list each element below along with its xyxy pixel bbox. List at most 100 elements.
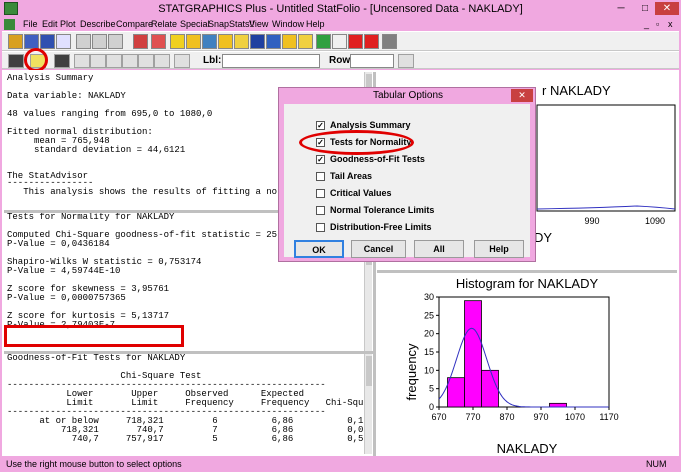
app-window: STATGRAPHICS Plus - Untitled StatFolio -… xyxy=(0,0,681,472)
histogram-icon[interactable] xyxy=(218,34,233,49)
gof-line: 740,7 757,917 5 6,86 0,50 xyxy=(7,434,366,444)
gof-tests-pane[interactable]: Goodness-of-Fit Tests for NAKLADY Chi-Sq… xyxy=(4,354,366,454)
shapiro-wilks-highlight xyxy=(4,325,184,347)
checkbox-normal-tolerance[interactable] xyxy=(316,206,325,215)
help-icon[interactable] xyxy=(364,34,379,49)
help-button[interactable]: Help xyxy=(474,240,524,258)
x-tick-label: 770 xyxy=(465,412,480,422)
histogram-chart: Histogram for NAKLADY frequency NAKLADY … xyxy=(404,276,619,456)
save-all-icon[interactable] xyxy=(40,34,55,49)
histogram-bar xyxy=(464,300,482,408)
title-bar: STATGRAPHICS Plus - Untitled StatFolio -… xyxy=(0,0,681,18)
y-tick-label: 20 xyxy=(424,329,434,339)
close-button[interactable]: ✕ xyxy=(655,2,679,15)
document-icon[interactable] xyxy=(4,19,15,30)
checkbox-goodness-of-fit[interactable]: ✓ xyxy=(316,155,325,164)
distribution-icon[interactable] xyxy=(202,34,217,49)
x-tick-label: 1070 xyxy=(565,412,585,422)
y-tick-label: 5 xyxy=(429,384,434,394)
menu-special[interactable]: Special xyxy=(180,18,210,31)
status-text: Use the right mouse button to select opt… xyxy=(6,459,182,469)
menu-edit[interactable]: Edit xyxy=(42,18,58,31)
lbl-label: Lbl: xyxy=(203,55,222,66)
scatterplot-icon[interactable] xyxy=(170,34,185,49)
cut-icon[interactable] xyxy=(76,34,91,49)
tests-for-normality-highlight xyxy=(299,130,414,155)
checkbox-distribution-free[interactable] xyxy=(316,223,325,232)
summary-line: Analysis Summary xyxy=(7,73,94,83)
menu-relate[interactable]: Relate xyxy=(151,18,177,31)
multivariate-icon[interactable] xyxy=(298,34,313,49)
histogram-bar xyxy=(549,402,567,408)
cancel-button[interactable]: Cancel xyxy=(351,240,406,258)
menu-view[interactable]: View xyxy=(249,18,268,31)
histogram-pane[interactable]: Histogram for NAKLADY frequency NAKLADY … xyxy=(377,273,677,456)
x-tick-label: 670 xyxy=(431,412,446,422)
menu-snapstats[interactable]: SnapStats!! xyxy=(208,18,255,31)
copy-icon[interactable] xyxy=(92,34,107,49)
regression-icon[interactable] xyxy=(250,34,265,49)
histogram-x-axis-label: NAKLADY xyxy=(497,441,558,456)
mdi-close-button[interactable]: x xyxy=(668,19,673,29)
x-tick-label: 870 xyxy=(499,412,514,422)
num-lock-indicator: NUM xyxy=(646,459,667,469)
calculator-icon[interactable] xyxy=(382,34,397,49)
mdi-minimize-button[interactable]: _ xyxy=(644,19,649,29)
minimize-button[interactable]: ─ xyxy=(609,2,633,15)
menu-describe[interactable]: Describe xyxy=(80,18,116,31)
analysis-toolbar: Lbl: Row: xyxy=(2,51,679,69)
analysis-icon[interactable] xyxy=(133,34,148,49)
gof-scrollbar[interactable] xyxy=(364,354,372,454)
y-tick-label: 15 xyxy=(424,347,434,357)
checkbox-critical-values[interactable] xyxy=(316,189,325,198)
locate-row-icon[interactable] xyxy=(398,54,414,68)
maximize-button[interactable]: □ xyxy=(633,2,657,15)
mdi-restore-button[interactable]: ▫ xyxy=(656,19,659,29)
menu-help[interactable]: Help xyxy=(306,18,325,31)
exclude-icon[interactable] xyxy=(138,54,154,68)
save-results-icon[interactable] xyxy=(74,54,90,68)
paste-icon[interactable] xyxy=(108,34,123,49)
y-tick-label: 0 xyxy=(429,402,434,412)
graphical-options-icon[interactable] xyxy=(54,54,70,68)
checkbox-tail-areas[interactable] xyxy=(316,172,325,181)
open-folder-icon[interactable] xyxy=(8,34,23,49)
print-icon[interactable] xyxy=(56,34,71,49)
y-tick-label: 10 xyxy=(424,365,434,375)
ok-button[interactable]: OK xyxy=(294,240,344,258)
pane-options-icon[interactable] xyxy=(90,54,106,68)
stat-wizard-icon[interactable] xyxy=(151,34,166,49)
normality-line: P-Value = 0,0436184 xyxy=(7,239,110,249)
summary-icon[interactable] xyxy=(186,34,201,49)
row-input[interactable] xyxy=(350,54,394,68)
tabular-options-dialog: Tabular Options ✕ ✓ Analysis Summary ✓ Tes… xyxy=(278,87,536,262)
tabular-options-highlight xyxy=(24,48,48,72)
control-chart-icon[interactable] xyxy=(282,34,297,49)
normality-line: Tests for Normality for NAKLADY xyxy=(7,213,175,222)
anova-icon[interactable] xyxy=(266,34,281,49)
stat-advisor-icon[interactable] xyxy=(348,34,363,49)
menu-compare[interactable]: Compare xyxy=(116,18,153,31)
brush-icon[interactable] xyxy=(174,54,190,68)
analysis-options-icon[interactable] xyxy=(106,54,122,68)
checkbox-analysis-summary[interactable]: ✓ xyxy=(316,121,325,130)
top-plot-frame xyxy=(536,104,676,212)
stat-reporter-icon[interactable] xyxy=(332,34,347,49)
dialog-close-button[interactable]: ✕ xyxy=(511,89,533,102)
snapstats-icon[interactable] xyxy=(316,34,331,49)
menu-file[interactable]: File xyxy=(23,18,38,31)
y-tick-label: 30 xyxy=(424,292,434,302)
lbl-input[interactable] xyxy=(222,54,320,68)
boxplot-icon[interactable] xyxy=(234,34,249,49)
all-button[interactable]: All xyxy=(414,240,464,258)
x-tick-label: 1170 xyxy=(599,412,618,422)
copy-pane-icon[interactable] xyxy=(122,54,138,68)
menu-plot[interactable]: Plot xyxy=(60,18,76,31)
save-icon[interactable] xyxy=(24,34,39,49)
input-dialog-icon[interactable] xyxy=(8,54,24,68)
top-x-axis-label: DY xyxy=(534,230,552,245)
menu-window[interactable]: Window xyxy=(272,18,304,31)
window-title: STATGRAPHICS Plus - Untitled StatFolio -… xyxy=(158,3,523,15)
zoom-icon[interactable] xyxy=(154,54,170,68)
top-tick-label: 990 xyxy=(584,216,599,226)
